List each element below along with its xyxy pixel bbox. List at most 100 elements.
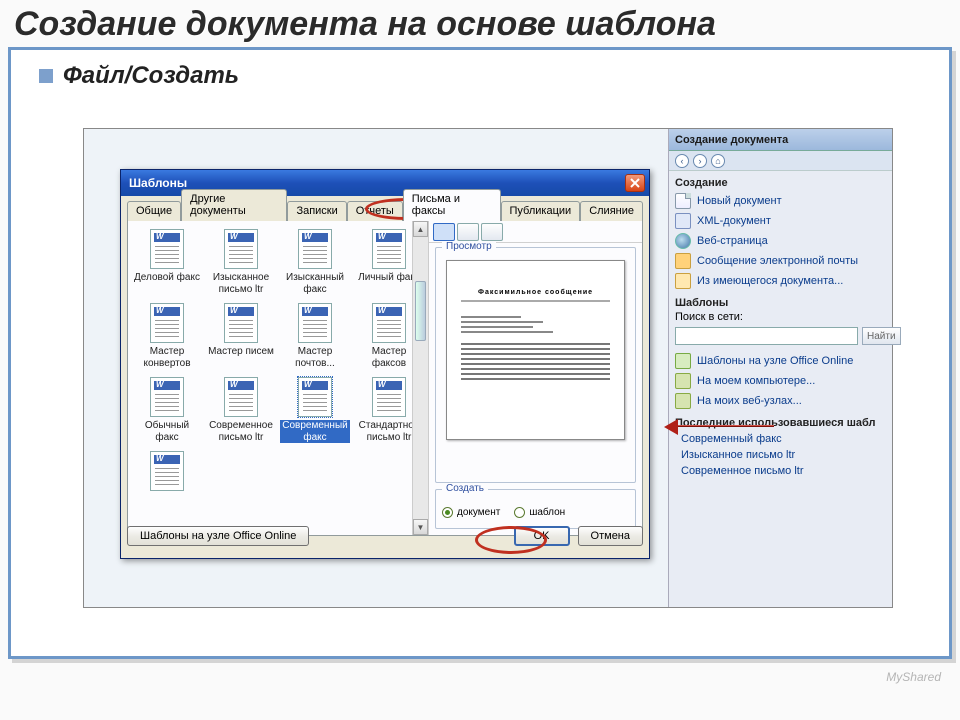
view-details-button[interactable] [481, 223, 503, 241]
tab-other-docs[interactable]: Другие документы [181, 189, 287, 221]
document-icon [675, 193, 691, 209]
word-template-icon [372, 377, 406, 417]
create-label: Создать [442, 483, 488, 494]
tab-content: Деловой факс Изысканное письмо ltrИзыскан… [127, 220, 643, 536]
template-name: Мастер писем [208, 346, 274, 358]
search-input[interactable] [675, 327, 858, 345]
search-button[interactable]: Найти [862, 327, 901, 345]
template-item[interactable]: Современный факс [278, 375, 352, 445]
template-item[interactable] [130, 449, 204, 496]
watermark: MyShared [886, 670, 941, 684]
word-template-icon [150, 229, 184, 269]
view-large-icons-button[interactable] [433, 223, 455, 241]
recent-item-2[interactable]: Изысканное письмо ltr [669, 447, 892, 463]
templates-heading: Шаблоны [669, 291, 892, 311]
word-template-icon [372, 303, 406, 343]
tp-xml-document[interactable]: XML-документ [669, 211, 892, 231]
close-button[interactable] [625, 174, 645, 192]
tp-my-computer[interactable]: На моем компьютере... [669, 371, 892, 391]
template-item[interactable]: Мастер писем [204, 301, 278, 371]
view-list-button[interactable] [457, 223, 479, 241]
template-item[interactable]: Современное письмо ltr [204, 375, 278, 445]
word-template-icon [150, 451, 184, 491]
tp-my-websites[interactable]: На моих веб-узлах... [669, 391, 892, 411]
template-name: Мастер почтов... [280, 346, 350, 369]
word-template-icon [224, 303, 258, 343]
radio-off-icon [514, 507, 525, 518]
preview-column: Просмотр Факсимильное сообщение Создать [428, 221, 642, 535]
template-item[interactable]: Мастер конвертов [130, 301, 204, 371]
from-doc-icon [675, 273, 691, 289]
computer-icon [675, 373, 691, 389]
tp-new-document[interactable]: Новый документ [669, 191, 892, 211]
create-heading: Создание [669, 171, 892, 191]
template-name: Изысканное письмо ltr [206, 272, 276, 295]
tp-email[interactable]: Сообщение электронной почты [669, 251, 892, 271]
template-name: Мастер конвертов [132, 346, 202, 369]
nav-back-icon[interactable]: ‹ [675, 154, 689, 168]
word-template-icon [150, 303, 184, 343]
template-item[interactable]: Мастер почтов... [278, 301, 352, 371]
xml-icon [675, 213, 691, 229]
scroll-up-icon[interactable]: ▲ [413, 221, 428, 237]
nav-forward-icon[interactable]: › [693, 154, 707, 168]
preview-group: Просмотр Факсимильное сообщение [435, 247, 636, 483]
template-name: Изысканный факс [280, 272, 350, 295]
template-list: Деловой факс Изысканное письмо ltrИзыскан… [128, 221, 428, 535]
network-icon [675, 393, 691, 409]
mail-icon [675, 253, 691, 269]
office-online-button[interactable]: Шаблоны на узле Office Online [127, 526, 309, 546]
tab-letters-faxes[interactable]: Письма и факсы [403, 189, 501, 221]
globe-icon [675, 233, 691, 249]
preview-label: Просмотр [442, 241, 496, 252]
bullet-row: Файл/Создать [11, 50, 949, 90]
screenshot-region: Создание документа ‹ › ⌂ Создание Новый … [83, 128, 893, 608]
template-item[interactable]: Изысканное письмо ltr [204, 227, 278, 297]
taskpane-title: Создание документа [669, 129, 892, 151]
template-name: Современный факс [280, 420, 350, 443]
template-item[interactable]: Деловой факс [130, 227, 204, 297]
word-template-icon [150, 377, 184, 417]
bullet-icon [39, 69, 53, 83]
bullet-text: Файл/Создать [63, 62, 239, 90]
scrollbar[interactable]: ▲ ▼ [412, 221, 428, 535]
word-template-icon [372, 229, 406, 269]
template-item[interactable]: Обычный факс [130, 375, 204, 445]
tab-general[interactable]: Общие [127, 201, 181, 221]
template-name: Личный факс [358, 272, 420, 284]
word-template-icon [298, 377, 332, 417]
word-template-icon [224, 377, 258, 417]
tab-merge[interactable]: Слияние [580, 201, 643, 221]
recent-heading: Последние использовавшиеся шабл [669, 411, 892, 431]
word-template-icon [224, 229, 258, 269]
recent-item-3[interactable]: Современное письмо ltr [669, 463, 892, 479]
nav-home-icon[interactable]: ⌂ [711, 154, 725, 168]
view-buttons [429, 221, 642, 243]
taskpane: Создание документа ‹ › ⌂ Создание Новый … [668, 129, 892, 607]
tab-publications[interactable]: Публикации [501, 201, 581, 221]
tab-reports[interactable]: Отчеты [347, 201, 403, 221]
word-template-icon [298, 229, 332, 269]
tp-from-existing[interactable]: Из имеющегося документа... [669, 271, 892, 291]
close-icon [630, 178, 640, 188]
office-online-icon [675, 353, 691, 369]
radio-template[interactable]: шаблон [514, 507, 565, 518]
ok-button[interactable]: OK [514, 526, 570, 546]
dialog-title: Шаблоны [129, 176, 187, 190]
radio-document[interactable]: документ [442, 507, 500, 518]
template-name: Обычный факс [132, 420, 202, 443]
taskpane-nav: ‹ › ⌂ [669, 151, 892, 171]
recent-item-1[interactable]: Современный факс [669, 431, 892, 447]
tab-memos[interactable]: Записки [287, 201, 346, 221]
preview-doc-title: Факсимильное сообщение [461, 289, 610, 296]
template-item[interactable]: Изысканный факс [278, 227, 352, 297]
radio-on-icon [442, 507, 453, 518]
tp-web-page[interactable]: Веб-страница [669, 231, 892, 251]
scroll-thumb[interactable] [415, 281, 426, 341]
cancel-button[interactable]: Отмена [578, 526, 643, 546]
tp-office-online[interactable]: Шаблоны на узле Office Online [669, 351, 892, 371]
search-label: Поиск в сети: [669, 311, 892, 325]
slide-body: Файл/Создать Создание документа ‹ › ⌂ Со… [8, 47, 952, 659]
tabs-row: Общие Другие документы Записки Отчеты Пи… [121, 196, 649, 220]
template-name: Деловой факс [134, 272, 200, 284]
